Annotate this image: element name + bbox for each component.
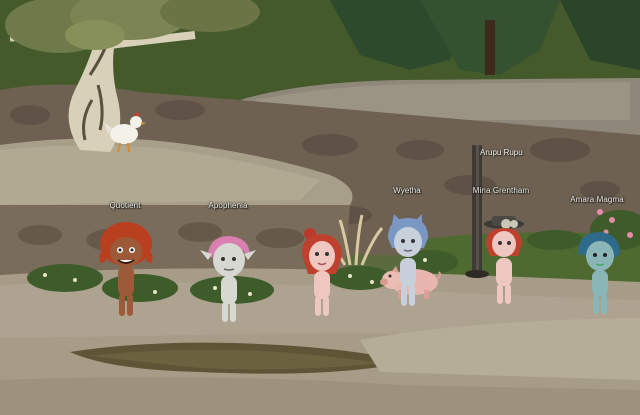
player-avatar-apophenia[interactable] bbox=[200, 232, 256, 324]
game-scene[interactable]: Arupu Rupu Quotient Apophenia Wyetha Min… bbox=[0, 0, 640, 415]
avatar-wyetha-figure bbox=[388, 214, 428, 306]
player-avatar-amara-magma[interactable] bbox=[574, 226, 624, 316]
player-avatar-red-hair[interactable] bbox=[296, 226, 348, 320]
player-name-apophenia: Apophenia bbox=[208, 201, 248, 210]
player-name-quotient: Quotient bbox=[109, 201, 141, 210]
avatar-quotient-figure bbox=[99, 222, 153, 316]
avatar-mina-grentham-figure bbox=[484, 216, 524, 304]
player-avatar-mina-grentham[interactable] bbox=[478, 212, 530, 308]
avatar-amara-magma-figure bbox=[578, 232, 620, 314]
player-name-wyetha: Wyetha bbox=[393, 186, 421, 195]
player-avatar-quotient[interactable] bbox=[98, 222, 154, 322]
player-name-mina-grentham: Mina Grentham bbox=[472, 186, 530, 195]
avatar-apophenia-figure bbox=[200, 236, 256, 322]
player-avatar-wyetha[interactable] bbox=[382, 212, 434, 308]
player-name-amara-magma: Amara Magma bbox=[570, 195, 624, 204]
signpost-label: Arupu Rupu bbox=[480, 148, 523, 157]
avatar-red-hair-figure bbox=[302, 228, 342, 316]
landscape-background bbox=[0, 0, 640, 415]
